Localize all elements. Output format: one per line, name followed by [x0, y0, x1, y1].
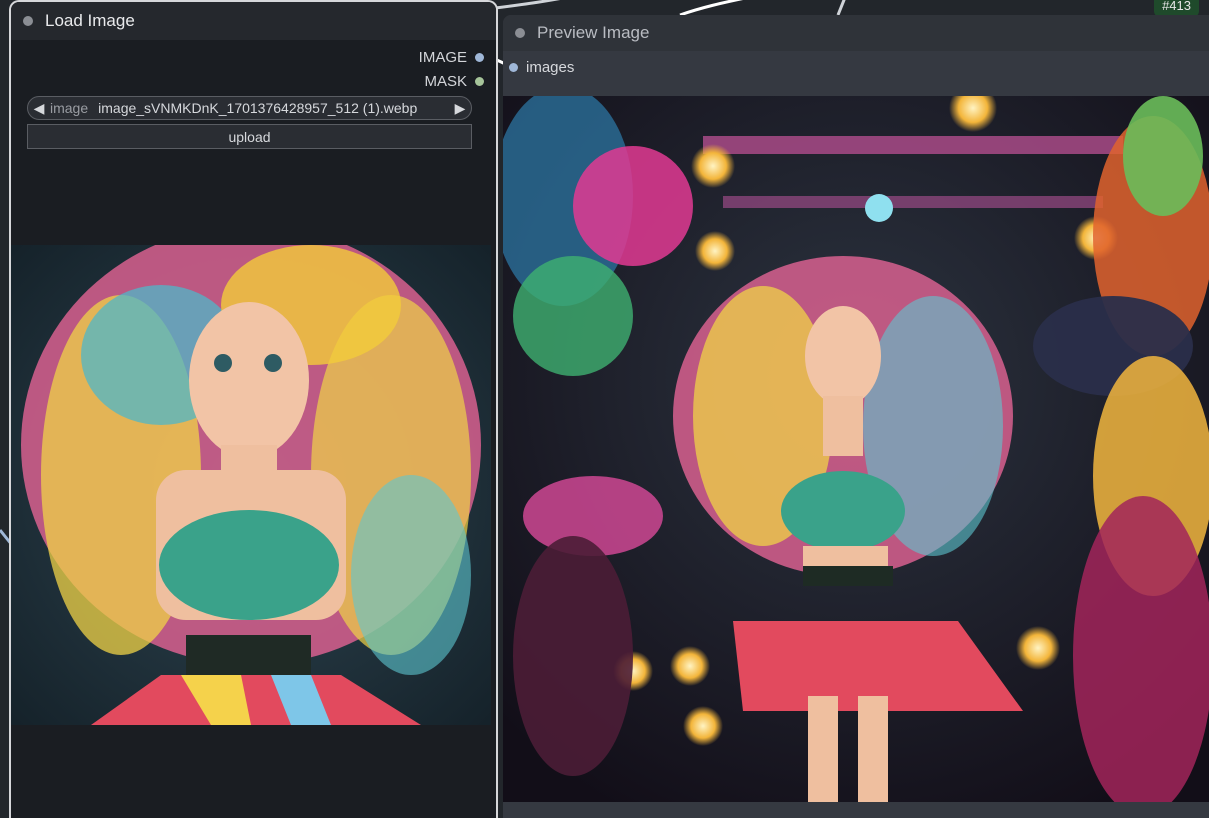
image-widget-value[interactable]: image_sVNMKDnK_1701376428957_512 (1).web…: [98, 100, 449, 116]
image-widget-label: image: [50, 100, 89, 116]
output-slot-icon[interactable]: [475, 53, 484, 62]
load-image-node[interactable]: Load Image IMAGE MASK ◀ image image_sVNM…: [9, 0, 498, 818]
preview-image-node[interactable]: Preview Image images: [503, 15, 1209, 818]
loaded-image-preview: [11, 245, 491, 725]
prev-arrow-icon[interactable]: ◀: [28, 100, 50, 117]
input-slot-icon[interactable]: [509, 63, 518, 72]
collapse-dot-icon[interactable]: [23, 16, 33, 26]
mask-output-slot[interactable]: MASK: [424, 73, 484, 90]
mask-output-label: MASK: [424, 73, 467, 90]
output-slot-icon[interactable]: [475, 77, 484, 86]
images-input-slot[interactable]: images: [509, 59, 574, 76]
upload-button[interactable]: upload: [27, 124, 472, 149]
preview-node-title: Preview Image: [537, 23, 650, 42]
collapse-dot-icon[interactable]: [515, 28, 525, 38]
next-arrow-icon[interactable]: ▶: [449, 100, 471, 117]
image-output-slot[interactable]: IMAGE: [419, 49, 484, 66]
load-node-header[interactable]: Load Image: [11, 2, 496, 40]
graph-canvas[interactable]: #413 Preview Image images Load Image IMA…: [0, 0, 1209, 818]
image-output-label: IMAGE: [418, 49, 467, 66]
preview-output-image: [503, 96, 1209, 802]
image-combo-widget[interactable]: ◀ image image_sVNMKDnK_1701376428957_512…: [27, 96, 472, 120]
preview-node-header[interactable]: Preview Image: [503, 15, 1209, 51]
images-input-label: images: [526, 59, 575, 76]
load-node-title: Load Image: [45, 11, 135, 30]
